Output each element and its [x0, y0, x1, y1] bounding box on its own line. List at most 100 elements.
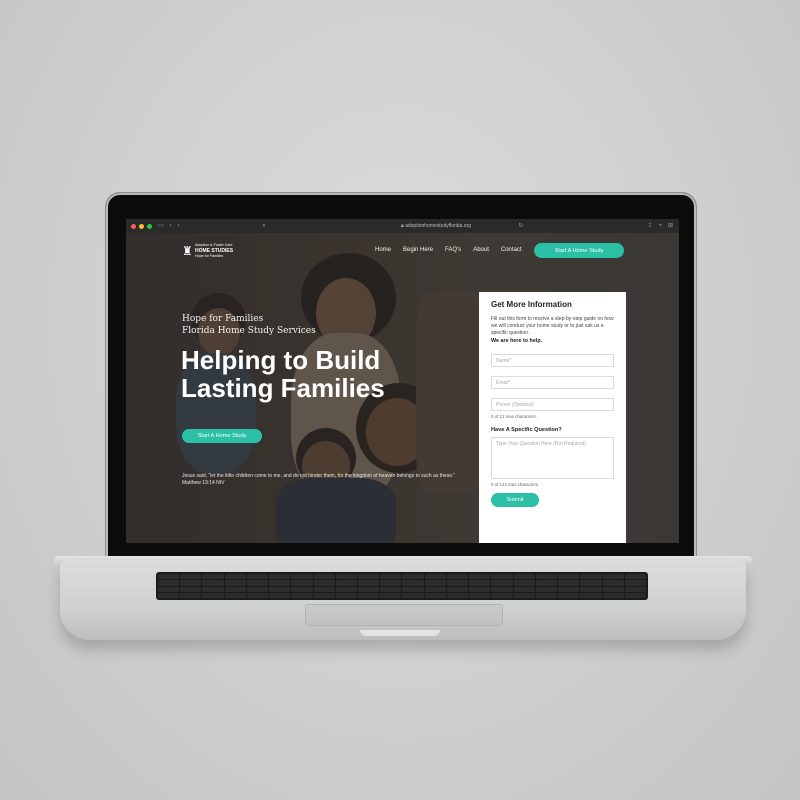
keyboard-key [180, 592, 202, 598]
privacy-shield-icon[interactable]: ◐ [263, 223, 267, 229]
keyboard-key [335, 574, 358, 580]
keyboard-key [624, 580, 646, 586]
keyboard-key [402, 580, 424, 586]
keyboard-key [291, 592, 313, 598]
address-bar[interactable]: 🔒︎ adoptionhomestudyflorida.org [336, 222, 536, 230]
keyboard [156, 572, 648, 600]
laptop-notch [360, 630, 440, 636]
keyboard-key [313, 586, 335, 592]
keyboard-key [535, 574, 558, 580]
keyboard-key [224, 580, 246, 586]
screen: ▭ ‹ › ◐ 🔒︎ adoptionhomestudyflorida.org … [126, 219, 679, 543]
keyboard-key [358, 592, 380, 598]
logo-line-3: Hope for Families [195, 254, 224, 258]
reload-icon[interactable]: ↻ [518, 222, 523, 230]
keyboard-key [580, 586, 602, 592]
keyboard-key [224, 586, 246, 592]
form-title: Get More Information [491, 300, 572, 309]
question-textarea[interactable]: Type Your Question Here (Not Required) [491, 437, 614, 479]
keyboard-key [535, 580, 558, 586]
keyboard-key [602, 580, 624, 586]
keyboard-key [424, 580, 446, 586]
start-home-study-nav-button[interactable]: Start A Home Study [534, 243, 624, 258]
new-tab-icon[interactable]: + [658, 222, 662, 230]
nav-item-about[interactable]: About [473, 247, 489, 253]
keyboard-key [269, 580, 291, 586]
keyboard-key [402, 586, 424, 592]
keyboard-key [158, 586, 180, 592]
keyboard-key [446, 586, 469, 592]
keyboard-key [224, 592, 246, 598]
keyboard-key [202, 586, 224, 592]
tab-overview-icon[interactable]: ⊞ [668, 222, 673, 230]
hero-tagline-2: Florida Home Study Services [182, 326, 316, 336]
keyboard-key [491, 592, 513, 598]
sidebar-icon[interactable]: ▭ [158, 223, 164, 229]
keyboard-key [469, 586, 491, 592]
keyboard-key [180, 574, 202, 580]
keyboard-key [535, 586, 558, 592]
share-icon[interactable]: ⇪ [647, 222, 652, 230]
keyboard-key [269, 586, 291, 592]
keyboard-key [558, 586, 580, 592]
keyboard-key [558, 580, 580, 586]
start-home-study-hero-button[interactable]: Start A Home Study [182, 429, 262, 443]
nav-item-home[interactable]: Home [375, 247, 391, 253]
keyboard-key [224, 574, 246, 580]
keyboard-key [513, 574, 535, 580]
keyboard-key [424, 592, 446, 598]
keyboard-key [446, 592, 469, 598]
keyboard-key [313, 574, 335, 580]
hero-verse: Jesus said, "let the little children com… [182, 473, 456, 486]
phone-input[interactable]: Phone (Optional) [491, 398, 614, 411]
keyboard-key [491, 586, 513, 592]
keyboard-key [469, 580, 491, 586]
keyboard-key [380, 580, 402, 586]
site-logo[interactable]: ♜ Adoption & Foster Care HOME STUDIES Ho… [182, 243, 233, 260]
keyboard-key [291, 586, 313, 592]
keyboard-key [158, 592, 180, 598]
email-input[interactable]: Email* [491, 376, 614, 389]
question-label: Have A Specific Question? [491, 427, 562, 433]
keyboard-key [491, 574, 513, 580]
keyboard-key [180, 586, 202, 592]
keyboard-key [358, 574, 380, 580]
keyboard-key [624, 592, 646, 598]
keyboard-key [291, 580, 313, 586]
keyboard-key [580, 574, 602, 580]
keyboard-key [469, 592, 491, 598]
keyboard-key [335, 592, 358, 598]
keyboard-key [402, 574, 424, 580]
keyboard-key [424, 586, 446, 592]
keyboard-key [624, 586, 646, 592]
keyboard-key [158, 574, 180, 580]
keyboard-key [269, 574, 291, 580]
keyboard-key [513, 592, 535, 598]
hero-tagline-1: Hope for Families [182, 314, 264, 324]
keyboard-key [402, 592, 424, 598]
nav-item-begin-here[interactable]: Begin Here [403, 247, 433, 253]
trackpad [305, 604, 503, 626]
forward-icon[interactable]: › [178, 223, 180, 229]
keyboard-key [335, 586, 358, 592]
maximize-window-icon[interactable] [147, 223, 152, 229]
browser-toolbar: ▭ ‹ › ◐ 🔒︎ adoptionhomestudyflorida.org … [126, 219, 679, 233]
submit-button[interactable]: Submit [491, 493, 539, 507]
keyboard-key [246, 574, 269, 580]
lighthouse-icon: ♜ [182, 244, 193, 259]
keyboard-key [580, 580, 602, 586]
phone-char-count: 0 of 12 max characters. [491, 414, 537, 419]
keyboard-key [358, 586, 380, 592]
nav-item-contact[interactable]: Contact [501, 247, 522, 253]
keyboard-key [624, 574, 646, 580]
back-icon[interactable]: ‹ [170, 223, 172, 229]
close-window-icon[interactable] [131, 223, 136, 229]
name-input[interactable]: Name* [491, 354, 614, 367]
keyboard-key [446, 574, 469, 580]
keyboard-key [202, 592, 224, 598]
keyboard-key [246, 586, 269, 592]
form-help-text: We are here to help. [491, 338, 543, 344]
minimize-window-icon[interactable] [139, 223, 144, 229]
keyboard-key [202, 574, 224, 580]
nav-item-faqs[interactable]: FAQ's [445, 247, 461, 253]
